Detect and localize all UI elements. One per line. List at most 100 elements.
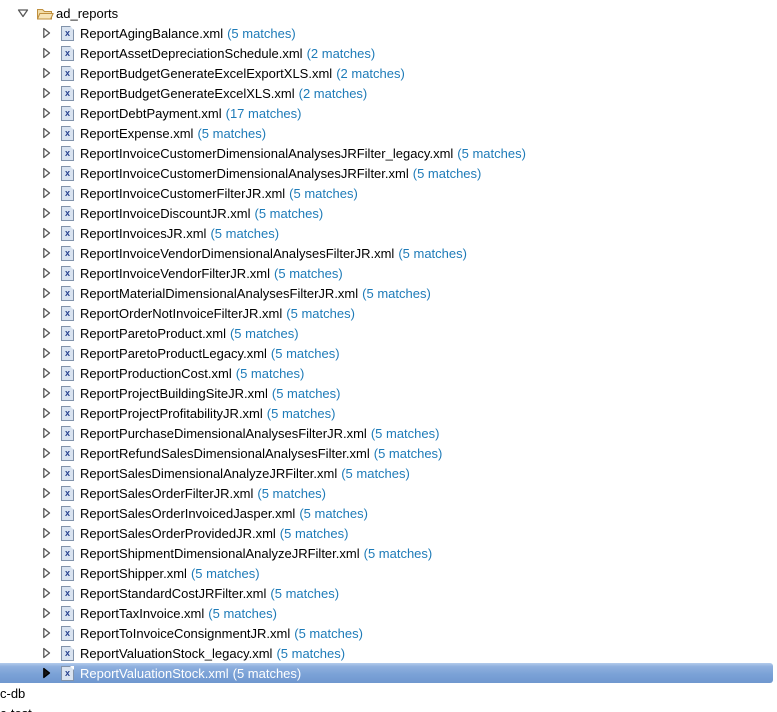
- file-name: ReportSalesDimensionalAnalyzeJRFilter.xm…: [80, 466, 337, 481]
- match-count: (5 matches): [191, 566, 260, 581]
- match-count: (5 matches): [257, 486, 326, 501]
- chevron-collapsed-icon[interactable]: [40, 207, 52, 219]
- chevron-collapsed-icon[interactable]: [40, 427, 52, 439]
- tree-item-file[interactable]: x ReportMaterialDimensionalAnalysesFilte…: [0, 283, 777, 303]
- xml-file-icon: x: [61, 346, 74, 361]
- tree-item-file[interactable]: x ReportSalesOrderInvoicedJasper.xml (5 …: [0, 503, 777, 523]
- file-name: ReportValuationStock_legacy.xml: [80, 646, 272, 661]
- chevron-collapsed-icon[interactable]: [40, 647, 52, 659]
- tree-item-file[interactable]: x ReportInvoiceCustomerFilterJR.xml (5 m…: [0, 183, 777, 203]
- tree-item-file[interactable]: x ReportShipper.xml (5 matches): [0, 563, 777, 583]
- chevron-collapsed-icon[interactable]: [40, 47, 52, 59]
- file-name: ReportShipmentDimensionalAnalyzeJRFilter…: [80, 546, 360, 561]
- chevron-collapsed-icon[interactable]: [40, 487, 52, 499]
- xml-file-icon: x: [61, 126, 74, 141]
- tree-item-file[interactable]: x ReportSalesOrderProvidedJR.xml (5 matc…: [0, 523, 777, 543]
- file-name: ReportSalesOrderProvidedJR.xml: [80, 526, 276, 541]
- chevron-collapsed-icon[interactable]: [40, 407, 52, 419]
- chevron-collapsed-icon[interactable]: [40, 327, 52, 339]
- tree-item-file[interactable]: x ReportOrderNotInvoiceFilterJR.xml (5 m…: [0, 303, 777, 323]
- chevron-collapsed-icon[interactable]: [40, 607, 52, 619]
- chevron-collapsed-icon[interactable]: [40, 167, 52, 179]
- xml-file-icon: x: [61, 66, 74, 81]
- tree-item-file[interactable]: x ReportValuationStock_legacy.xml (5 mat…: [0, 643, 777, 663]
- xml-file-icon: x: [61, 86, 74, 101]
- chevron-collapsed-icon[interactable]: [40, 367, 52, 379]
- chevron-collapsed-icon[interactable]: [40, 627, 52, 639]
- file-name: ReportAgingBalance.xml: [80, 26, 223, 41]
- tree-item-folder-ad-reports[interactable]: ad_reports: [0, 3, 777, 23]
- tree-item-file[interactable]: x ReportSalesDimensionalAnalyzeJRFilter.…: [0, 463, 777, 483]
- chevron-collapsed-icon[interactable]: [40, 527, 52, 539]
- tree-item-file[interactable]: x ReportProjectProfitabilityJR.xml (5 ma…: [0, 403, 777, 423]
- tree-item-file[interactable]: x ReportToInvoiceConsignmentJR.xml (5 ma…: [0, 623, 777, 643]
- file-name: ReportInvoiceCustomerFilterJR.xml: [80, 186, 285, 201]
- tree-item-file[interactable]: x ReportProjectBuildingSiteJR.xml (5 mat…: [0, 383, 777, 403]
- folder-label: ad_reports: [56, 6, 118, 21]
- tree-item-file[interactable]: x ReportInvoiceVendorFilterJR.xml (5 mat…: [0, 263, 777, 283]
- file-name: ReportStandardCostJRFilter.xml: [80, 586, 266, 601]
- tree-item-file[interactable]: x ReportInvoiceDiscountJR.xml (5 matches…: [0, 203, 777, 223]
- tree-item-file[interactable]: x ReportShipmentDimensionalAnalyzeJRFilt…: [0, 543, 777, 563]
- chevron-collapsed-icon[interactable]: [40, 307, 52, 319]
- file-rows-container: x ReportAgingBalance.xml (5 matches) x R…: [0, 23, 777, 683]
- tree-item-file[interactable]: x ReportTaxInvoice.xml (5 matches): [0, 603, 777, 623]
- tree-item-file[interactable]: x ReportInvoiceCustomerDimensionalAnalys…: [0, 143, 777, 163]
- tree-item-file[interactable]: x ReportValuationStock.xml (5 matches): [0, 663, 773, 683]
- chevron-collapsed-icon[interactable]: [40, 467, 52, 479]
- chevron-collapsed-icon[interactable]: [40, 127, 52, 139]
- chevron-collapsed-icon[interactable]: [40, 287, 52, 299]
- tree-item-file[interactable]: x ReportPurchaseDimensionalAnalysesFilte…: [0, 423, 777, 443]
- tree-item-file[interactable]: x ReportInvoiceCustomerDimensionalAnalys…: [0, 163, 777, 183]
- xml-file-icon: x: [61, 606, 74, 621]
- tree-item-file[interactable]: x ReportBudgetGenerateExcelXLS.xml (2 ma…: [0, 83, 777, 103]
- chevron-collapsed-icon[interactable]: [40, 187, 52, 199]
- chevron-collapsed-icon[interactable]: [40, 147, 52, 159]
- tree-item-file[interactable]: x ReportRefundSalesDimensionalAnalysesFi…: [0, 443, 777, 463]
- chevron-collapsed-icon[interactable]: [40, 227, 52, 239]
- tree-item-file[interactable]: x ReportBudgetGenerateExcelExportXLS.xml…: [0, 63, 777, 83]
- xml-file-icon: x: [61, 666, 74, 681]
- xml-file-icon: x: [61, 646, 74, 661]
- chevron-collapsed-icon[interactable]: [40, 667, 52, 679]
- chevron-collapsed-icon[interactable]: [40, 107, 52, 119]
- tree-item-file[interactable]: x ReportProductionCost.xml (5 matches): [0, 363, 777, 383]
- tree-item-partial-c-db[interactable]: c-db: [0, 683, 777, 703]
- chevron-expanded-icon[interactable]: [16, 8, 30, 18]
- chevron-collapsed-icon[interactable]: [40, 507, 52, 519]
- chevron-collapsed-icon[interactable]: [40, 387, 52, 399]
- chevron-collapsed-icon[interactable]: [40, 87, 52, 99]
- chevron-collapsed-icon[interactable]: [40, 67, 52, 79]
- tree-item-file[interactable]: x ReportInvoicesJR.xml (5 matches): [0, 223, 777, 243]
- match-count: (5 matches): [227, 26, 296, 41]
- chevron-collapsed-icon[interactable]: [40, 447, 52, 459]
- chevron-collapsed-icon[interactable]: [40, 587, 52, 599]
- xml-file-icon: x: [61, 506, 74, 521]
- chevron-collapsed-icon[interactable]: [40, 347, 52, 359]
- xml-file-icon: x: [61, 266, 74, 281]
- tree-item-file[interactable]: x ReportParetoProductLegacy.xml (5 match…: [0, 343, 777, 363]
- chevron-collapsed-icon[interactable]: [40, 547, 52, 559]
- tree-item-partial-c-test[interactable]: c-test: [0, 703, 777, 712]
- chevron-collapsed-icon[interactable]: [40, 27, 52, 39]
- xml-file-icon: x: [61, 226, 74, 241]
- file-name: ReportProductionCost.xml: [80, 366, 232, 381]
- match-count: (5 matches): [236, 366, 305, 381]
- match-count: (5 matches): [267, 406, 336, 421]
- match-count: (5 matches): [276, 646, 345, 661]
- xml-file-icon: x: [61, 166, 74, 181]
- tree-item-file[interactable]: x ReportAssetDepreciationSchedule.xml (2…: [0, 43, 777, 63]
- chevron-collapsed-icon[interactable]: [40, 247, 52, 259]
- tree-item-file[interactable]: x ReportParetoProduct.xml (5 matches): [0, 323, 777, 343]
- chevron-collapsed-icon[interactable]: [40, 567, 52, 579]
- folder-open-icon: [36, 6, 56, 21]
- xml-file-icon: x: [61, 566, 74, 581]
- chevron-collapsed-icon[interactable]: [40, 267, 52, 279]
- tree-item-file[interactable]: x ReportExpense.xml (5 matches): [0, 123, 777, 143]
- tree-item-file[interactable]: x ReportSalesOrderFilterJR.xml (5 matche…: [0, 483, 777, 503]
- match-count: (5 matches): [299, 506, 368, 521]
- tree-item-file[interactable]: x ReportDebtPayment.xml (17 matches): [0, 103, 777, 123]
- tree-item-file[interactable]: x ReportStandardCostJRFilter.xml (5 matc…: [0, 583, 777, 603]
- tree-item-file[interactable]: x ReportAgingBalance.xml (5 matches): [0, 23, 777, 43]
- tree-item-file[interactable]: x ReportInvoiceVendorDimensionalAnalyses…: [0, 243, 777, 263]
